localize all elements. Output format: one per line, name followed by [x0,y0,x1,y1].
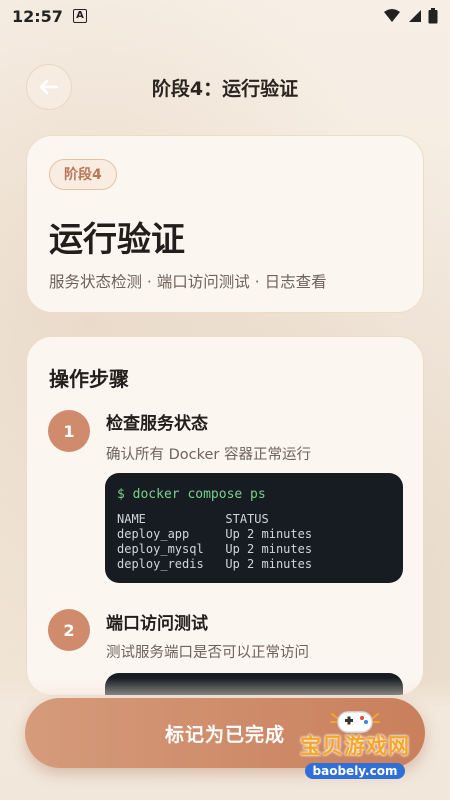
terminal-output: NAME STATUS deploy_app Up 2 minutes depl… [117,512,313,571]
steps-card: 操作步骤 1 检查服务状态 确认所有 Docker 容器正常运行 $ docke… [26,336,424,696]
stage-title: 运行验证 [49,220,185,260]
status-icons [383,8,438,24]
status-bar: 12:57 A [0,0,450,32]
step-description: 测试服务端口是否可以正常访问 [106,645,309,661]
stage-card: 阶段4 运行验证 服务状态检测 · 端口访问测试 · 日志查看 [26,135,424,313]
page-header: 阶段4：运行验证 [0,58,450,114]
wifi-icon [384,9,400,22]
watermark: 宝贝游戏网 baobely.com [280,710,430,786]
stage-subtitle: 服务状态检测 · 端口访问测试 · 日志查看 [49,273,327,291]
steps-title: 操作步骤 [49,367,129,391]
step-title: 端口访问测试 [106,614,208,634]
step-number: 2 [48,609,90,651]
gamepad-icon [330,711,380,733]
stage-badge: 阶段4 [49,159,117,190]
status-time: 12:57 [12,6,63,26]
battery-icon [428,8,438,24]
step-number: 1 [48,410,90,452]
step-description: 确认所有 Docker 容器正常运行 [106,447,311,463]
notification-icon: A [72,9,87,23]
page-title: 阶段4：运行验证 [151,78,299,100]
signal-icon [409,10,421,22]
step-title: 检查服务状态 [106,414,208,434]
terminal-command: $ docker compose ps [117,487,266,502]
watermark-url: baobely.com [304,763,406,779]
terminal-block: $ docker compose ps NAME STATUS deploy_a… [105,473,403,583]
